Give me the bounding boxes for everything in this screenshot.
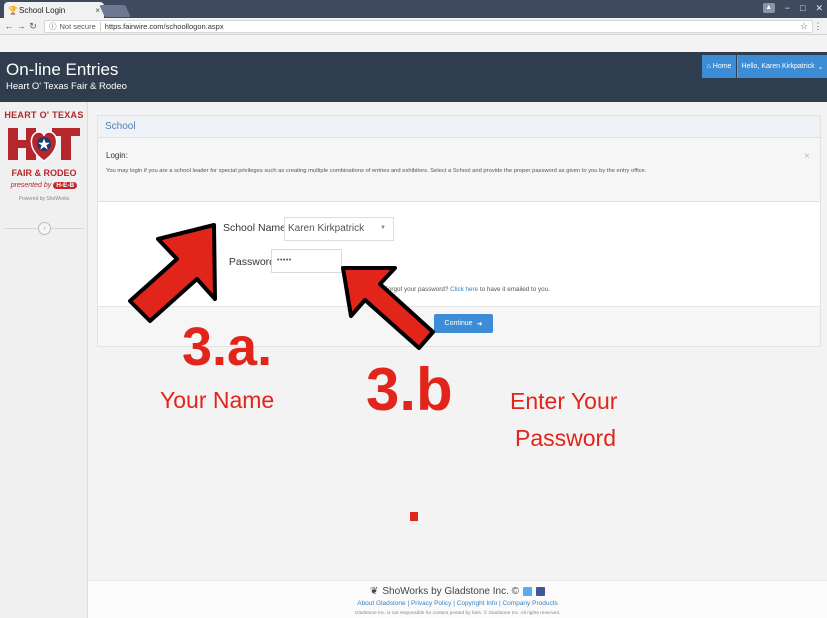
forgot-suffix: to have it emailed to you. (479, 286, 550, 293)
showorks-logo-icon: ❦ (369, 586, 379, 597)
app-title: On-line Entries (6, 60, 119, 79)
logo-heart-o-texas: HEART O' TEXAS (4, 110, 84, 120)
twitter-icon[interactable] (523, 587, 533, 596)
select-caret-icon: ▼ (380, 225, 386, 231)
annotation-caption-b-line2: Password (515, 425, 616, 451)
notice-title: Login: (106, 151, 128, 160)
hot-logo-icon (8, 128, 80, 162)
facebook-icon[interactable] (536, 587, 546, 596)
presented-by-text: presented by (10, 182, 52, 189)
info-icon[interactable]: ⓘ (49, 21, 57, 32)
password-field[interactable]: ••••• (271, 249, 342, 273)
continue-label: Continue (444, 320, 473, 327)
profile-icon[interactable]: ▲ (762, 3, 775, 13)
footer-brand: ShoWorks by Gladstone Inc. © (382, 586, 520, 597)
sidebar-collapse-button[interactable]: ‹ (38, 222, 51, 235)
screen: 🏆 School Login × ▲ − □ ✕ ← → ↻ ⓘ Not sec… (0, 0, 827, 618)
address-bar-row: ← → ↻ ⓘ Not secure https.fairwire.com/sc… (0, 18, 827, 35)
home-button[interactable]: ⌂ Home (702, 55, 736, 78)
arrow-right-icon: ➜ (476, 320, 483, 328)
footer-disclaimer: Gladstone Inc. is not responsible for co… (354, 611, 561, 616)
url-text[interactable]: https.fairwire.com/schoollogon.aspx (105, 22, 224, 31)
minimize-icon[interactable]: − (785, 3, 790, 14)
maximize-icon[interactable]: □ (800, 3, 805, 14)
school-name-select[interactable]: Karen Kirkpatrick ▼ (284, 217, 394, 241)
window-controls: ▲ − □ ✕ (762, 3, 823, 14)
sponsor-logo: H-E-B (53, 182, 78, 189)
bookmark-star-icon[interactable]: ☆ (800, 21, 808, 32)
trophy-favicon-icon: 🏆 (8, 5, 18, 15)
forward-arrow-icon[interactable]: → (16, 21, 26, 31)
footer-links[interactable]: About Gladstone | Privacy Policy | Copyr… (88, 600, 827, 607)
user-menu-label: Hello, Karen Kirkpatrick (741, 63, 815, 70)
annotation-label-b: 3.b (366, 356, 453, 423)
annotation-label-a: 3.a. (182, 317, 273, 377)
browser-tabstrip: 🏆 School Login × ▲ − □ ✕ (0, 0, 827, 18)
browser-menu-icon[interactable]: ⋮ (813, 21, 823, 32)
page-footer: ❦ ShoWorks by Gladstone Inc. © About Gla… (88, 580, 827, 618)
notice-text: You may login if you are a school leader… (106, 168, 647, 174)
school-name-value: Karen Kirkpatrick (288, 223, 365, 234)
panel-heading: School (98, 116, 820, 138)
user-menu-button[interactable]: Hello, Karen Kirkpatrick ⌄ (737, 55, 827, 78)
back-arrow-icon[interactable]: ← (4, 21, 14, 31)
browser-tab[interactable]: 🏆 School Login × (4, 2, 104, 18)
annotation-dot (410, 512, 418, 521)
logo-presented-by: presented by H-E-B (2, 182, 86, 189)
login-notice: Login: You may login if you are a school… (98, 138, 820, 202)
home-icon: ⌂ (706, 63, 711, 70)
home-label: Home (712, 63, 732, 70)
annotation-caption-a: Your Name (160, 387, 275, 413)
notice-close-icon[interactable]: × (804, 151, 810, 162)
close-window-icon[interactable]: ✕ (815, 3, 823, 14)
reload-icon[interactable]: ↻ (28, 21, 38, 32)
forgot-password-link[interactable]: Click here (450, 286, 478, 293)
new-tab-button[interactable] (99, 5, 131, 17)
annotation-caption-b-line1: Enter Your (510, 388, 618, 414)
security-label: Not secure (60, 21, 101, 31)
chevron-down-icon: ⌄ (817, 63, 824, 71)
footer-brand-row: ❦ ShoWorks by Gladstone Inc. © (88, 586, 827, 597)
annotation-arrow-b-icon (341, 266, 435, 350)
sidebar: HEART O' TEXAS FAIR & RODEO presented by… (0, 102, 88, 618)
powered-by-text: Powered by ShoWorks (18, 196, 70, 202)
app-subtitle: Heart O' Texas Fair & Rodeo (6, 81, 127, 92)
tab-title: School Login (19, 5, 66, 15)
logo-fair-rodeo: FAIR & RODEO (11, 168, 77, 178)
annotation-arrow-a-icon (128, 223, 217, 323)
url-field[interactable]: ⓘ Not secure https.fairwire.com/schoollo… (44, 19, 813, 33)
